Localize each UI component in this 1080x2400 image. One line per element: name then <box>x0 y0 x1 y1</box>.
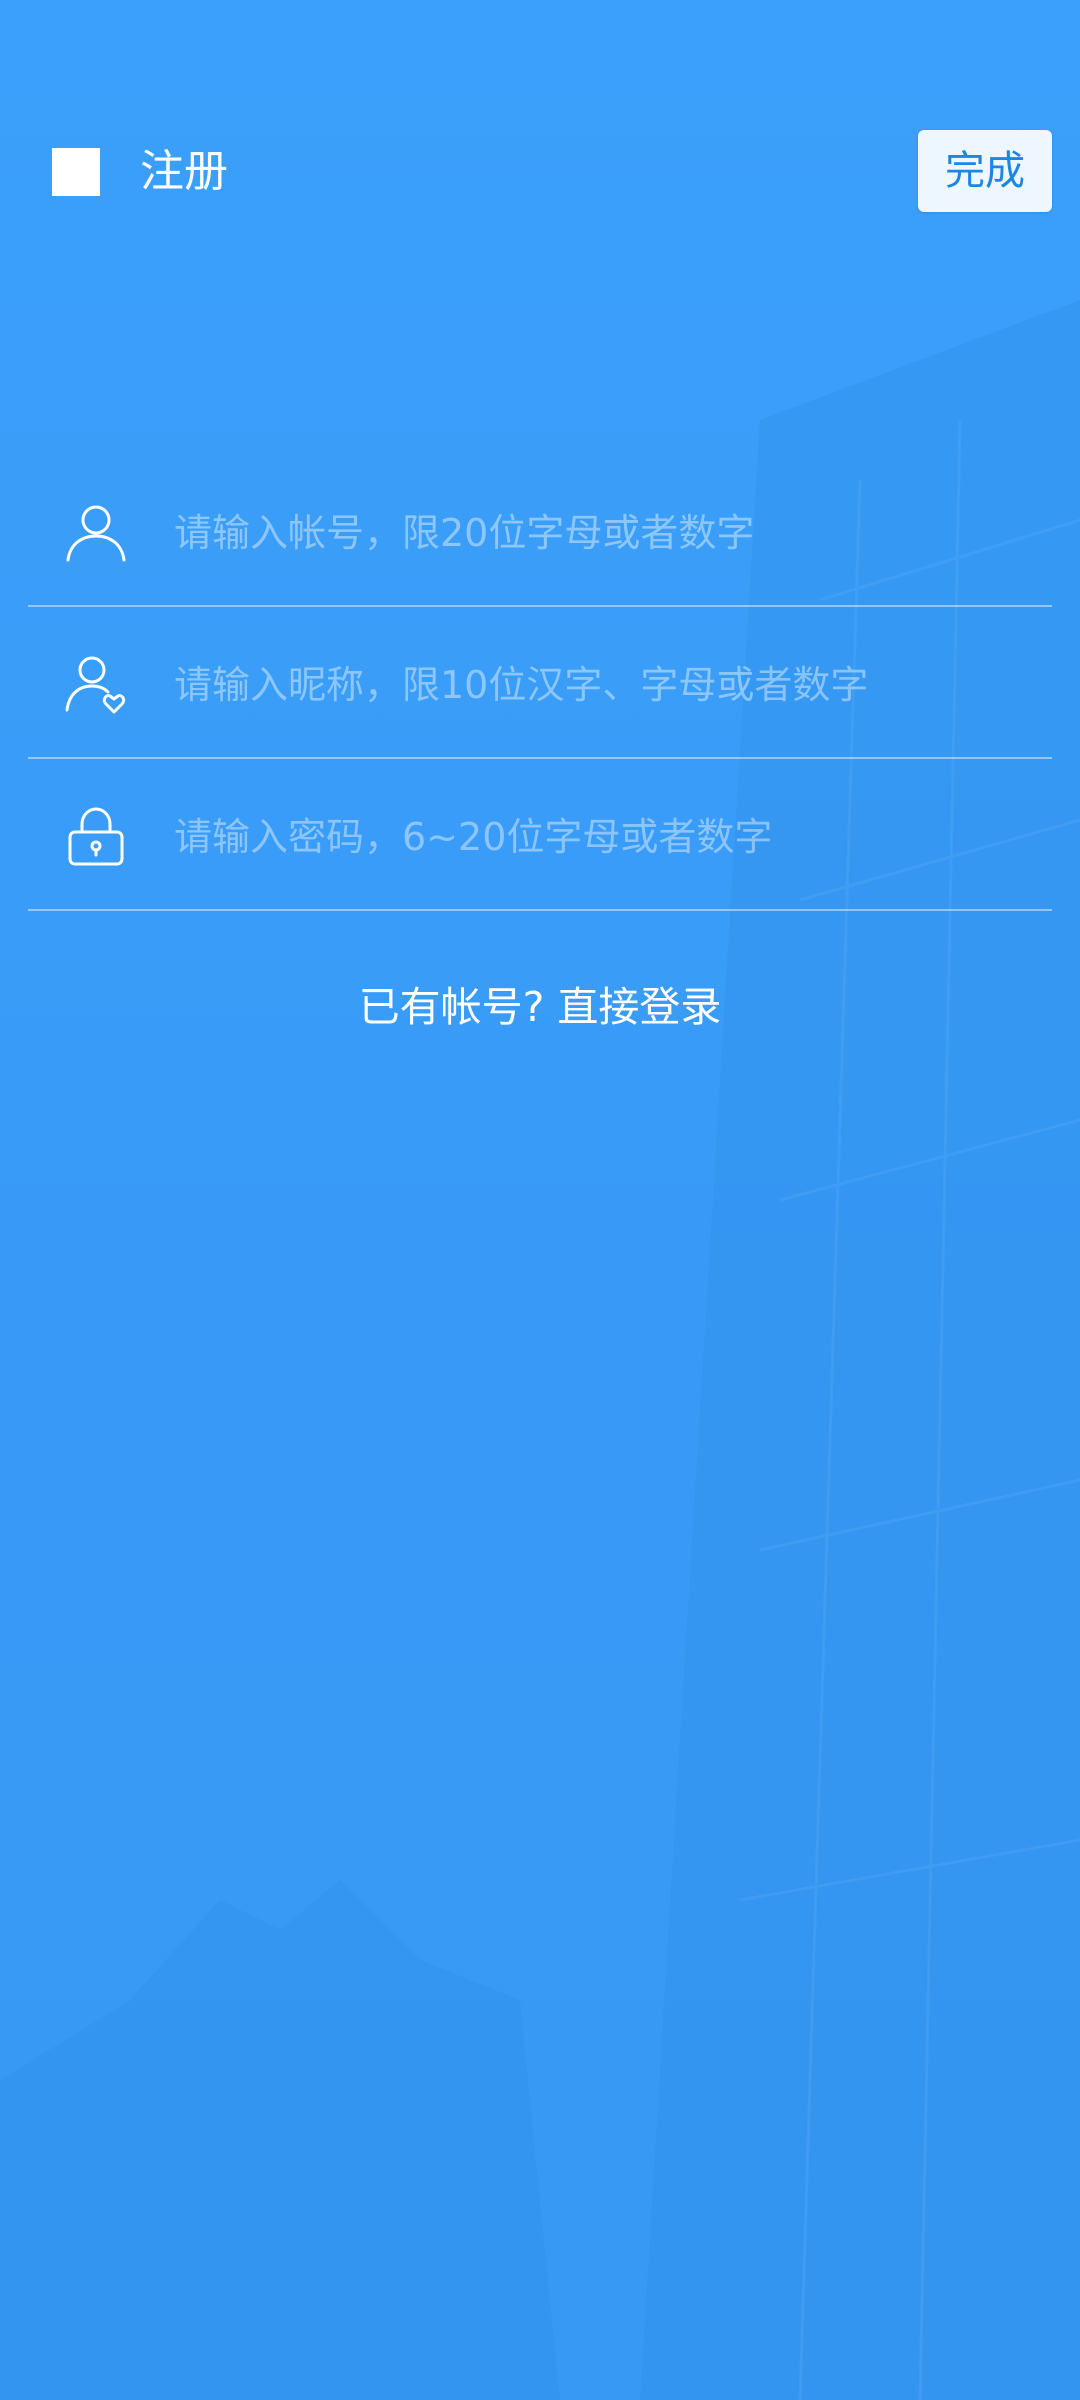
lock-icon <box>68 807 124 866</box>
back-icon[interactable] <box>52 148 100 196</box>
user-heart-icon <box>65 656 126 714</box>
nickname-input[interactable] <box>172 647 1036 723</box>
account-input[interactable] <box>172 495 1036 571</box>
direct-login-link[interactable]: 直接登录 <box>557 983 721 1031</box>
user-icon <box>66 505 126 562</box>
password-row <box>28 759 1052 911</box>
done-button[interactable]: 完成 <box>918 130 1052 212</box>
login-prompt-text: 已有帐号? <box>358 983 545 1031</box>
account-row <box>28 455 1052 607</box>
password-input[interactable] <box>172 799 1036 875</box>
page-title: 注册 <box>140 146 228 197</box>
register-screen: 注册 完成 请输入帐号，限20位字母或者数字 请输入昵称，限10位汉字、字母或者… <box>0 0 1080 2400</box>
login-link-row: 已有帐号? 直接登录 <box>0 975 1080 1039</box>
nickname-row <box>28 607 1052 759</box>
register-form <box>28 455 1052 911</box>
header-bar: 注册 完成 <box>0 0 1080 260</box>
building-background-image <box>0 300 1080 2400</box>
